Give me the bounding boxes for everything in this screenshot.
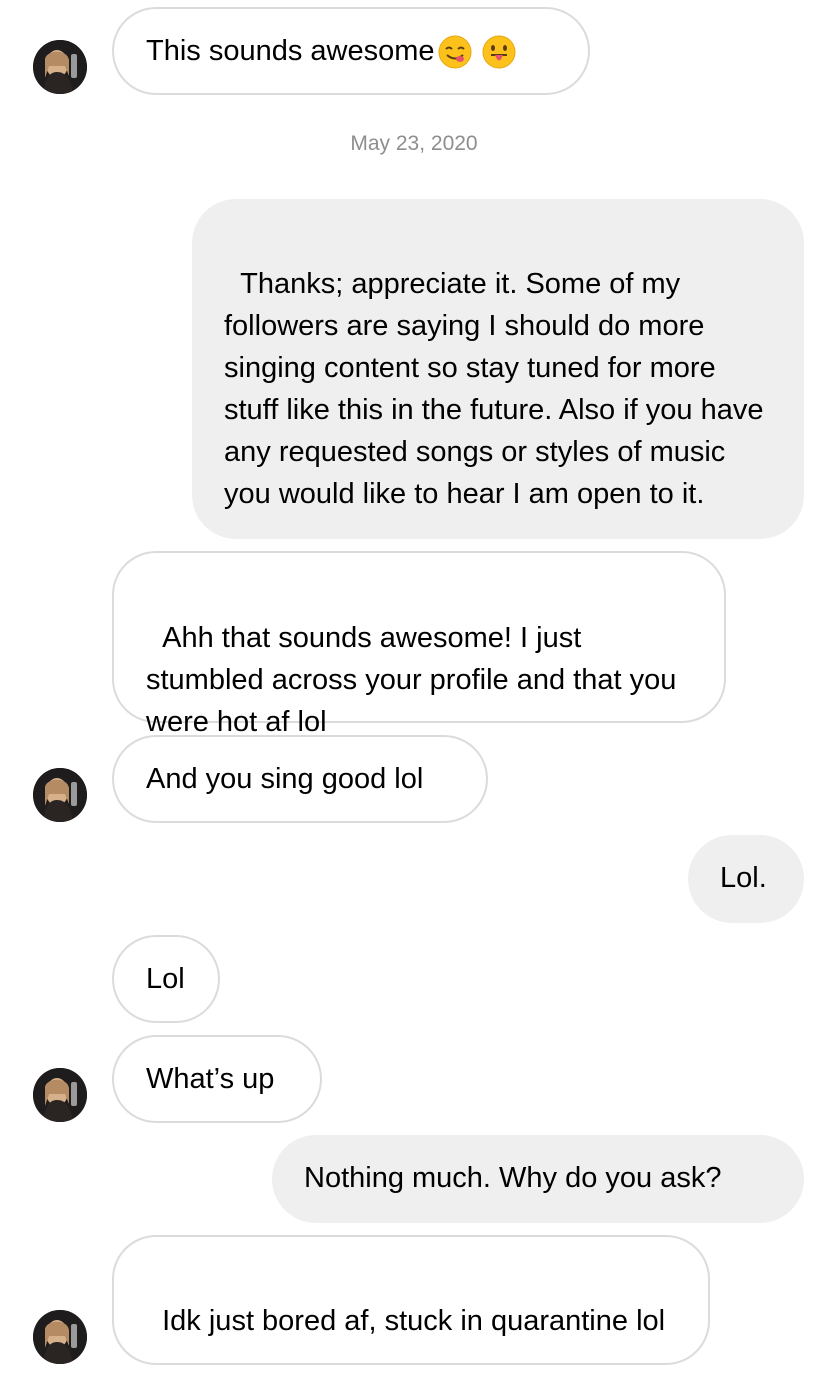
message-text: Ahh that sounds awesome! I just stumbled… bbox=[146, 622, 685, 738]
message-bubble-incoming[interactable]: Lol bbox=[112, 935, 220, 1023]
message-text: Idk just bored af, stuck in quarantine l… bbox=[162, 1305, 666, 1337]
message-bubble-outgoing[interactable]: Lol. bbox=[688, 835, 804, 923]
message-text: This sounds awesome bbox=[146, 35, 435, 67]
message-bubble-outgoing[interactable]: Thanks; appreciate it. Some of my follow… bbox=[192, 199, 804, 539]
avatar[interactable] bbox=[33, 1068, 87, 1122]
message-text: And you sing good lol bbox=[146, 763, 424, 795]
message-bubble-incoming[interactable]: This sounds awesome bbox=[112, 7, 590, 95]
message-text: Nothing much. Why do you ask? bbox=[304, 1162, 722, 1194]
message-text: Lol. bbox=[720, 862, 767, 894]
message-bubble-incoming[interactable]: What’s up bbox=[112, 1035, 322, 1123]
tongue-face-icon bbox=[482, 35, 516, 69]
profile-photo-icon bbox=[33, 768, 87, 822]
message-bubble-incoming[interactable]: Idk just bored af, stuck in quarantine l… bbox=[112, 1235, 710, 1365]
profile-photo-icon bbox=[33, 1310, 87, 1364]
yum-face-icon bbox=[438, 35, 472, 69]
profile-photo-icon bbox=[33, 1068, 87, 1122]
message-bubble-incoming[interactable]: And you sing good lol bbox=[112, 735, 488, 823]
avatar[interactable] bbox=[33, 1310, 87, 1364]
message-text: What’s up bbox=[146, 1063, 275, 1095]
message-bubble-outgoing[interactable]: Nothing much. Why do you ask? bbox=[272, 1135, 804, 1223]
avatar[interactable] bbox=[33, 40, 87, 94]
message-text: Thanks; appreciate it. Some of my follow… bbox=[224, 268, 772, 510]
profile-photo-icon bbox=[33, 40, 87, 94]
avatar[interactable] bbox=[33, 768, 87, 822]
message-bubble-incoming[interactable]: Ahh that sounds awesome! I just stumbled… bbox=[112, 551, 726, 738]
date-separator: May 23, 2020 bbox=[350, 132, 478, 155]
message-text: Lol bbox=[146, 963, 185, 995]
